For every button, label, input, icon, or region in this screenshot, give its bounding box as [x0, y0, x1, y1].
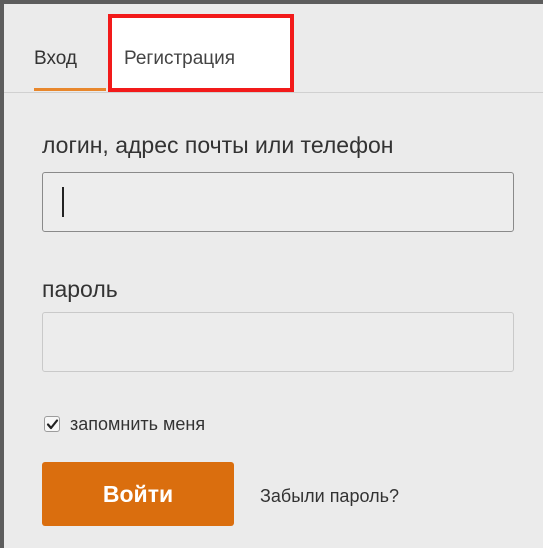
- login-panel: Вход Регистрация логин, адрес почты или …: [4, 4, 543, 548]
- tab-register[interactable]: Регистрация: [108, 14, 294, 92]
- login-input[interactable]: [42, 172, 514, 232]
- active-tab-indicator: [34, 88, 106, 91]
- tab-register-label: Регистрация: [124, 48, 236, 69]
- forgot-password-link[interactable]: Забыли пароль?: [260, 486, 399, 507]
- password-field-label: пароль: [42, 276, 118, 302]
- login-button[interactable]: Войти: [42, 462, 234, 526]
- login-field-label: логин, адрес почты или телефон: [42, 132, 394, 158]
- auth-tabs: Вход Регистрация: [4, 4, 543, 93]
- remember-me-label: запомнить меня: [70, 413, 206, 434]
- remember-me[interactable]: запомнить меня: [44, 410, 205, 438]
- text-cursor: [62, 187, 64, 217]
- password-input[interactable]: [42, 312, 514, 372]
- tab-login[interactable]: Вход: [34, 48, 77, 70]
- remember-me-checkbox[interactable]: [44, 416, 60, 432]
- checkmark-icon: [46, 419, 59, 430]
